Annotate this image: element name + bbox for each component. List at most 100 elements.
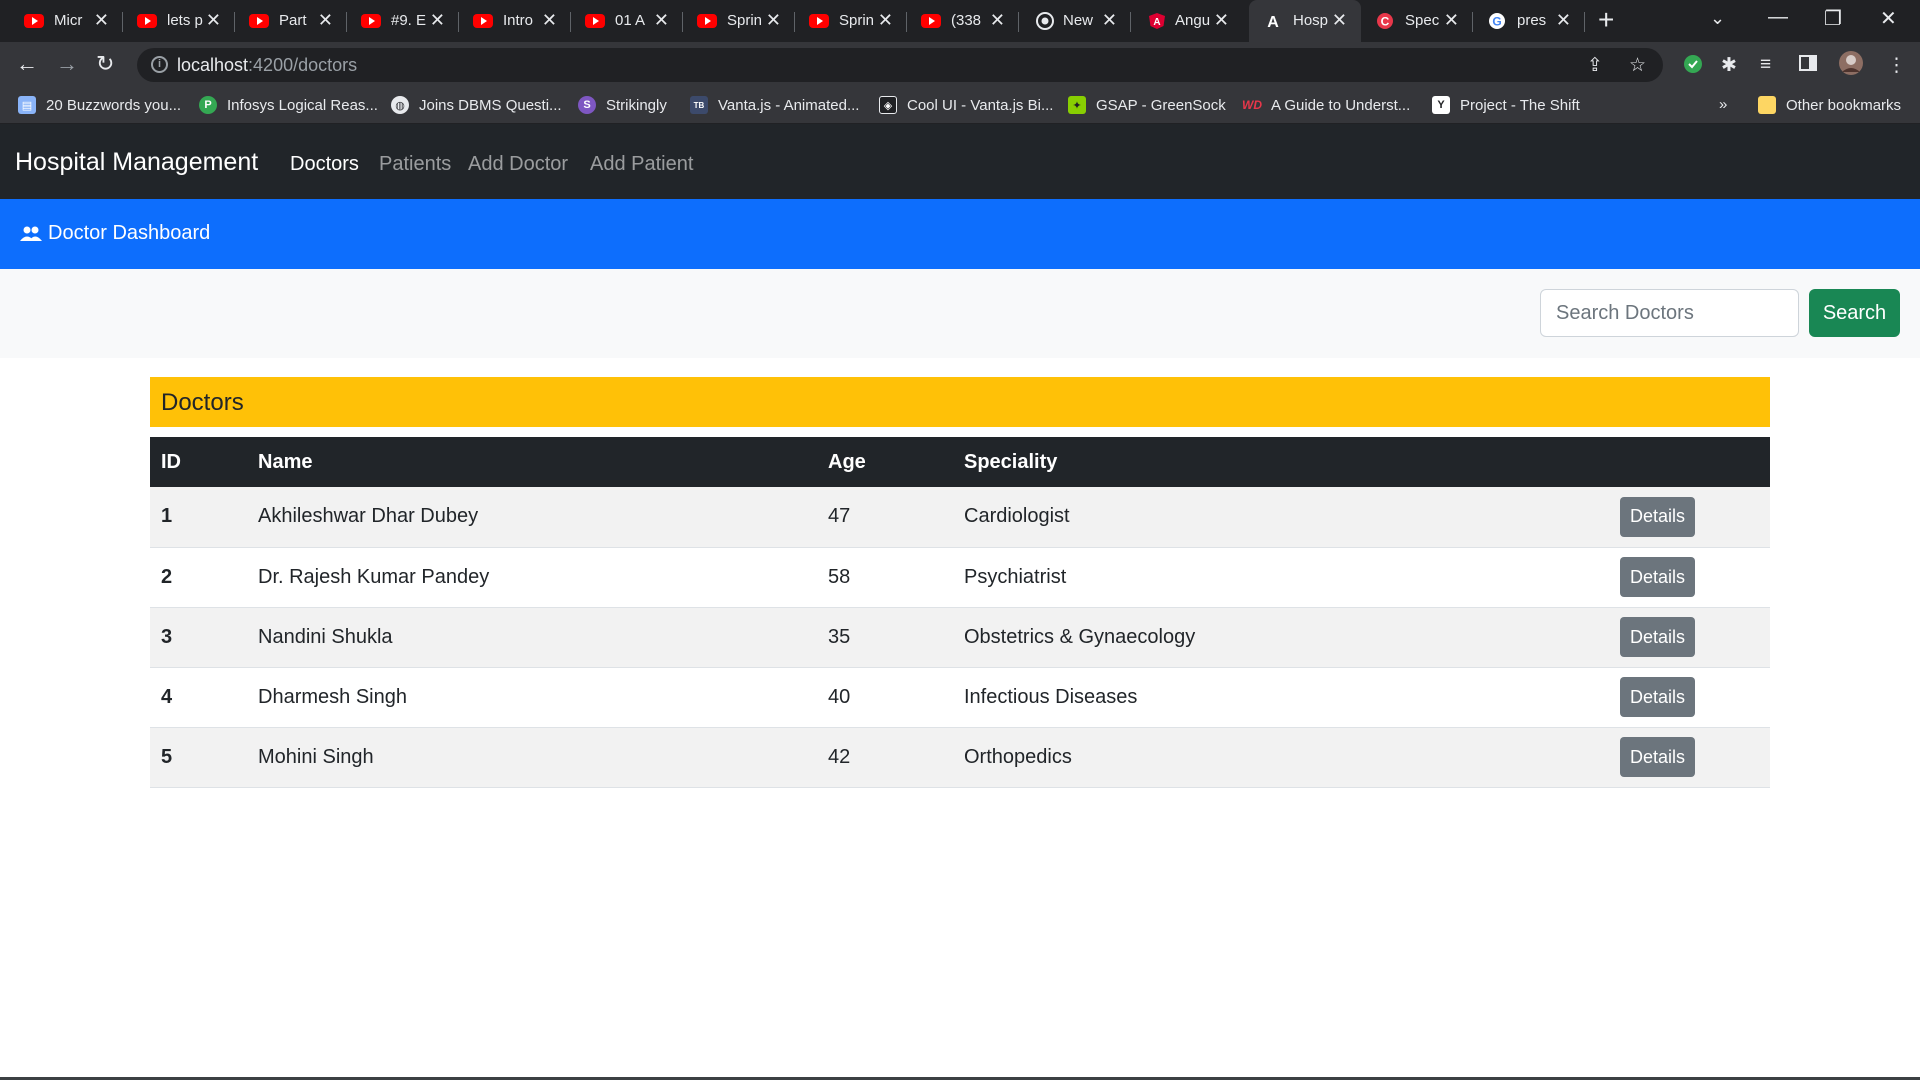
youtube-icon [137,13,157,29]
close-icon[interactable]: ✕ [542,10,557,30]
close-icon[interactable]: ✕ [1556,10,1571,30]
column-header-name: Name [258,450,313,473]
browser-tab[interactable]: C Spec ✕ [1361,0,1473,42]
google-icon: G [1487,13,1507,29]
more-bookmarks-button[interactable]: » [1719,96,1727,113]
close-icon[interactable]: ✕ [1214,10,1229,30]
chrome-icon [1035,12,1055,30]
browser-tab[interactable]: A Angu ✕ [1131,0,1243,42]
puzzle-extensions-icon[interactable]: ✱ [1721,54,1737,77]
star-icon[interactable]: ☆ [1629,54,1646,77]
vanta-icon: TB [690,96,708,114]
restore-icon[interactable]: ❐ [1824,6,1842,31]
close-icon[interactable]: ✕ [1102,10,1117,30]
reload-icon[interactable]: ↻ [96,51,114,77]
close-icon[interactable]: ✕ [654,10,669,30]
window-close-icon[interactable]: ✕ [1880,6,1897,31]
nav-link-patients[interactable]: Patients [379,153,451,176]
table-row: 1 Akhileshwar Dhar Dubey 47 Cardiologist… [150,487,1770,547]
new-tab-icon[interactable]: + [1598,6,1614,34]
bookmark-item[interactable]: WD A Guide to Underst... [1242,96,1410,114]
other-bookmarks-folder[interactable]: Other bookmarks [1758,96,1901,114]
bookmark-item[interactable]: S Strikingly [578,96,667,114]
browser-tab[interactable]: Micr ✕ [0,0,123,42]
tab-title: Angu [1175,12,1211,29]
svg-text:A: A [1153,17,1160,28]
actions-cell: Details [1609,667,1770,727]
details-button[interactable]: Details [1620,737,1695,777]
details-button[interactable]: Details [1620,496,1695,537]
browser-menu-icon[interactable]: ⋮ [1887,54,1906,77]
doctor-name: Mohini Singh [258,745,374,768]
browser-tab[interactable]: Intro ✕ [459,0,571,42]
tab-search-chevron-icon[interactable]: ⌄ [1710,8,1725,29]
close-icon[interactable]: ✕ [318,10,333,30]
bookmark-item[interactable]: ◈ Cool UI - Vanta.js Bi... [879,96,1053,114]
browser-tab[interactable]: (338 ✕ [907,0,1019,42]
close-icon[interactable]: ✕ [430,10,445,30]
bookmark-item[interactable]: P Infosys Logical Reas... [199,96,378,114]
doctor-age: 40 [828,685,851,708]
info-icon[interactable]: i [151,56,168,73]
bookmark-item[interactable]: Y Project - The Shift [1432,96,1580,114]
doctor-id: 1 [161,505,173,528]
close-icon[interactable]: ✕ [1444,10,1459,30]
close-icon[interactable]: ✕ [206,10,221,30]
forward-arrow-icon[interactable]: → [56,51,78,77]
close-icon[interactable]: ✕ [94,10,109,30]
media-playlist-icon[interactable]: ≡ [1760,54,1771,76]
browser-tab[interactable]: 01 A ✕ [571,0,683,42]
browser-tab[interactable]: #9. E ✕ [347,0,459,42]
bookmark-item[interactable]: ▤ 20 Buzzwords you... [18,96,181,114]
svg-text:A: A [1267,14,1279,30]
bookmark-item[interactable]: ✦ GSAP - GreenSock [1068,96,1226,114]
minimize-icon[interactable]: — [1768,6,1788,29]
tab-title: pres [1517,12,1547,29]
tab-title: Sprin [727,12,763,29]
tab-title: #9. E [391,12,427,29]
url-text[interactable]: localhost:4200/doctors [177,55,357,76]
brand-title[interactable]: Hospital Management [15,148,258,177]
side-panel-icon[interactable] [1799,54,1817,78]
doctor-id: 3 [161,625,173,648]
nav-link-add-patient[interactable]: Add Patient [590,153,693,176]
doctors-table: ID Name Age Speciality 1 Akhileshwar Dha… [150,437,1770,788]
angular-icon: A [1147,13,1167,29]
browser-tab[interactable]: G pres ✕ [1473,0,1585,42]
column-header-actions [1609,437,1770,487]
close-icon[interactable]: ✕ [1332,10,1347,30]
p-icon: P [199,96,217,114]
details-button[interactable]: Details [1620,677,1695,717]
actions-cell: Details [1609,607,1770,667]
close-icon[interactable]: ✕ [878,10,893,30]
details-button[interactable]: Details [1620,557,1695,597]
profile-avatar-icon[interactable] [1838,50,1864,82]
doctor-name: Akhileshwar Dhar Dubey [258,505,479,528]
nav-link-add-doctor[interactable]: Add Doctor [468,153,568,176]
address-bar[interactable]: i localhost:4200/doctors ⇪ ☆ [137,48,1663,82]
back-arrow-icon[interactable]: ← [16,51,38,77]
browser-tab[interactable]: Sprin ✕ [683,0,795,42]
browser-tab[interactable]: lets p ✕ [123,0,235,42]
close-icon[interactable]: ✕ [766,10,781,30]
dashboard-header: Doctor Dashboard [0,199,1920,269]
youtube-icon [809,13,829,29]
actions-cell: Details [1609,547,1770,607]
extension-check-icon[interactable] [1683,54,1703,80]
close-icon[interactable]: ✕ [990,10,1005,30]
tab-title: Sprin [839,12,875,29]
share-icon[interactable]: ⇪ [1587,54,1603,77]
browser-tab[interactable]: Sprin ✕ [795,0,907,42]
youtube-icon [361,13,381,29]
nav-link-doctors[interactable]: Doctors [290,153,359,176]
youtube-icon [24,13,44,29]
tab-title: Micr [54,12,83,29]
bookmark-item[interactable]: ◍ Joins DBMS Questi... [391,96,562,114]
details-button[interactable]: Details [1620,617,1695,657]
browser-tab[interactable]: Part ✕ [235,0,347,42]
browser-tab-active[interactable]: A Hosp ✕ [1249,0,1361,42]
search-button[interactable]: Search [1809,289,1900,337]
browser-tab[interactable]: New ✕ [1019,0,1131,42]
bookmark-item[interactable]: TB Vanta.js - Animated... [690,96,859,114]
search-doctors-input[interactable] [1540,289,1799,337]
